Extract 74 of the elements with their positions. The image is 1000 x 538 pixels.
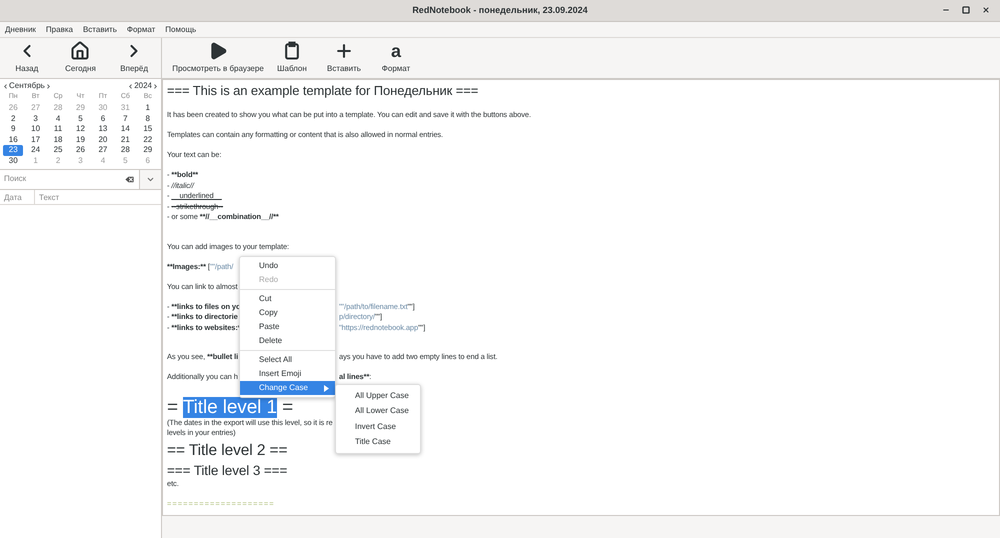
- calendar-day[interactable]: 6: [92, 114, 114, 124]
- toolbar-button[interactable]: Назад: [4, 39, 50, 77]
- year-label: 2024: [134, 80, 152, 92]
- plus-icon: [334, 41, 354, 61]
- menu-item[interactable]: Дневник: [5, 24, 36, 36]
- prev-year-icon[interactable]: [127, 82, 134, 90]
- heading: === Title level 3 ===: [167, 462, 288, 478]
- calendar-day[interactable]: 13: [92, 124, 114, 135]
- calendar-day[interactable]: 1: [138, 103, 158, 114]
- calendar-day[interactable]: 9: [3, 124, 24, 135]
- calendar-day[interactable]: 17: [25, 134, 46, 146]
- calendar-day[interactable]: 11: [48, 124, 68, 135]
- calendar-day[interactable]: 8: [138, 114, 158, 124]
- calendar-day[interactable]: 10: [25, 124, 46, 135]
- calendar-day[interactable]: 25: [48, 145, 68, 156]
- maximize-icon[interactable]: [962, 6, 970, 14]
- home-icon: [70, 41, 90, 61]
- calendar-day[interactable]: 22: [138, 134, 158, 146]
- heading: == Title level 2 ==: [167, 442, 288, 460]
- calendar-day[interactable]: 18: [48, 134, 68, 146]
- menu-item[interactable]: Cut: [240, 292, 335, 306]
- calendar-day[interactable]: 24: [25, 145, 46, 156]
- clear-icon[interactable]: [124, 174, 135, 185]
- calendar-day[interactable]: 27: [92, 145, 114, 156]
- menu-item[interactable]: Помощь: [165, 24, 196, 36]
- close-icon[interactable]: [982, 6, 990, 14]
- calendar-day[interactable]: 5: [70, 114, 91, 124]
- toolbar-button[interactable]: Вперёд: [111, 39, 158, 77]
- toolbar-button[interactable]: a Формат: [372, 39, 420, 77]
- next-year-icon[interactable]: [152, 82, 159, 90]
- calendar-day[interactable]: 29: [138, 145, 158, 156]
- menu-item[interactable]: Insert Emoji: [240, 367, 335, 381]
- calendar-day[interactable]: 3: [25, 114, 46, 124]
- calendar-day[interactable]: 4: [48, 114, 68, 124]
- calendar-day[interactable]: 14: [115, 124, 136, 135]
- menu-item[interactable]: Правка: [46, 24, 73, 36]
- menu-item[interactable]: All Lower Case: [336, 404, 420, 419]
- heading: === This is an example template for Понедельник ===: [167, 82, 478, 100]
- menu-item[interactable]: Copy: [240, 306, 335, 320]
- toolbar-button[interactable]: Просмотреть в браузере: [172, 39, 264, 77]
- calendar-day[interactable]: 16: [3, 134, 24, 146]
- menu-item[interactable]: Формат: [126, 24, 156, 36]
- menu-item[interactable]: Title Case: [336, 434, 420, 450]
- calendar-day[interactable]: 2: [3, 114, 24, 124]
- menu-item[interactable]: Invert Case: [336, 419, 420, 434]
- calendar-day[interactable]: 12: [70, 124, 91, 135]
- menu-item[interactable]: Select All: [240, 353, 335, 367]
- toolbar-button[interactable]: Сегодня: [57, 39, 104, 77]
- menu-item[interactable]: Delete: [240, 334, 335, 348]
- menu-item[interactable]: Undo: [240, 259, 335, 273]
- menu-item[interactable]: Paste: [240, 320, 335, 334]
- calendar-day[interactable]: 19: [70, 134, 91, 146]
- search-input[interactable]: Поиск: [0, 173, 124, 186]
- window-title: RedNotebook - понедельник, 23.09.2024: [412, 4, 588, 17]
- format-glyph: a: [390, 41, 401, 61]
- toolbar-button[interactable]: Вставить: [320, 39, 368, 77]
- calendar-day[interactable]: 21: [115, 134, 136, 146]
- calendar-day[interactable]: 26: [70, 145, 91, 156]
- clipboard-icon: [282, 41, 302, 61]
- calendar-day[interactable]: 28: [115, 145, 136, 156]
- menu-item[interactable]: All Upper Case: [336, 388, 420, 404]
- toolbar-button[interactable]: Шаблон: [268, 39, 316, 77]
- heading: = Title level 1 =: [167, 398, 294, 418]
- calendar-day[interactable]: 20: [92, 134, 114, 146]
- prev-month-icon[interactable]: [2, 82, 9, 90]
- calendar-day[interactable]: 7: [115, 114, 136, 124]
- calendar-day[interactable]: 23: [3, 145, 24, 156]
- menu-item[interactable]: Вставить: [82, 24, 117, 36]
- search-field[interactable]: Поиск: [0, 170, 139, 189]
- menu-item[interactable]: Change Case: [240, 381, 335, 395]
- month-label: Сентябрь: [9, 80, 45, 92]
- calendar-day[interactable]: 30: [3, 156, 24, 167]
- calendar-day[interactable]: 15: [138, 124, 158, 135]
- next-month-icon[interactable]: [44, 82, 52, 90]
